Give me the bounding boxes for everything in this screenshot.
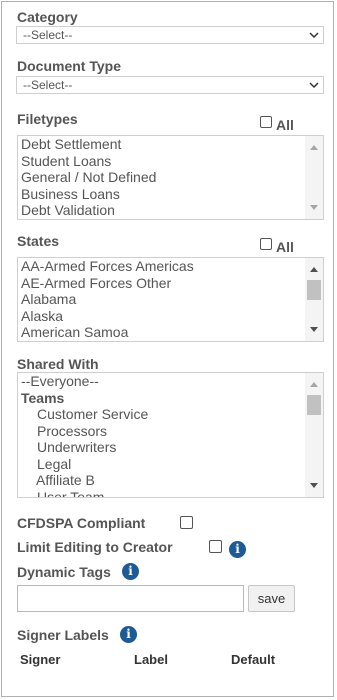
states-scroll-thumb[interactable] bbox=[307, 280, 321, 300]
states-scrollbar[interactable] bbox=[305, 258, 323, 341]
list-item[interactable]: Underwriters bbox=[21, 439, 303, 456]
scroll-up-icon[interactable] bbox=[310, 382, 318, 387]
list-item[interactable]: Business Loans bbox=[21, 186, 303, 203]
document-settings-panel: Category --Select-- Document Type --Sele… bbox=[1, 1, 334, 697]
list-item[interactable]: User Team bbox=[21, 489, 303, 498]
list-item[interactable]: Student Loans bbox=[21, 153, 303, 170]
states-label: States bbox=[17, 233, 60, 249]
list-item[interactable]: General / Not Defined bbox=[21, 169, 303, 186]
document-type-select[interactable]: --Select-- bbox=[16, 76, 324, 94]
filetypes-all-checkbox[interactable] bbox=[260, 116, 272, 128]
info-icon[interactable]: i bbox=[229, 541, 246, 558]
list-item[interactable]: --Everyone-- bbox=[21, 373, 303, 390]
limit-editing-label: Limit Editing to Creator bbox=[17, 539, 173, 555]
document-type-label: Document Type bbox=[17, 58, 121, 74]
list-item[interactable]: AE-Armed Forces Other bbox=[21, 275, 303, 292]
list-item[interactable]: AA-Armed Forces Americas bbox=[21, 258, 303, 275]
save-button[interactable]: save bbox=[248, 585, 295, 612]
column-header-default: Default bbox=[231, 652, 276, 667]
shared-with-scrollbar[interactable] bbox=[305, 373, 323, 497]
filetypes-listbox[interactable]: Debt Settlement Student Loans General / … bbox=[17, 135, 324, 220]
list-item[interactable]: Affiliate B bbox=[21, 472, 303, 489]
list-item[interactable]: Customer Service bbox=[21, 406, 303, 423]
states-listbox[interactable]: AA-Armed Forces Americas AE-Armed Forces… bbox=[17, 257, 324, 342]
signer-labels-label: Signer Labels bbox=[17, 627, 109, 643]
list-item[interactable]: Alabama bbox=[21, 291, 303, 308]
chevron-down-icon bbox=[309, 82, 319, 89]
shared-with-label: Shared With bbox=[17, 356, 99, 372]
states-all-checkbox[interactable] bbox=[260, 238, 272, 250]
document-type-select-value: --Select-- bbox=[23, 78, 73, 92]
scroll-down-icon[interactable] bbox=[310, 327, 318, 332]
scroll-up-icon[interactable] bbox=[310, 145, 318, 150]
filetypes-all-label: All bbox=[276, 117, 294, 133]
states-all-toggle[interactable]: All bbox=[260, 233, 294, 255]
info-icon[interactable]: i bbox=[120, 626, 137, 643]
scroll-down-icon[interactable] bbox=[310, 205, 318, 210]
column-header-label: Label bbox=[134, 652, 168, 667]
scroll-down-icon[interactable] bbox=[310, 483, 318, 488]
filetypes-scrollbar[interactable] bbox=[305, 136, 323, 219]
filetypes-label: Filetypes bbox=[17, 111, 78, 127]
list-item[interactable]: Legal bbox=[21, 456, 303, 473]
dynamic-tags-input[interactable] bbox=[17, 585, 244, 612]
list-item[interactable]: Processors bbox=[21, 423, 303, 440]
cfdspa-compliant-label: CFDSPA Compliant bbox=[17, 515, 146, 531]
scroll-up-icon[interactable] bbox=[310, 267, 318, 272]
category-label: Category bbox=[17, 9, 78, 25]
list-item[interactable]: Alaska bbox=[21, 308, 303, 325]
shared-with-listbox[interactable]: --Everyone-- Teams Customer Service Proc… bbox=[17, 372, 324, 498]
filetypes-all-toggle[interactable]: All bbox=[260, 111, 294, 133]
cfdspa-compliant-checkbox[interactable] bbox=[180, 516, 193, 529]
limit-editing-checkbox[interactable] bbox=[209, 540, 222, 553]
list-item[interactable]: Debt Settlement bbox=[21, 136, 303, 153]
info-icon[interactable]: i bbox=[122, 563, 139, 580]
category-select[interactable]: --Select-- bbox=[16, 26, 324, 44]
states-all-label: All bbox=[276, 239, 294, 255]
dynamic-tags-label: Dynamic Tags bbox=[17, 564, 111, 580]
chevron-down-icon bbox=[309, 32, 319, 39]
list-group-header: Teams bbox=[21, 389, 65, 406]
category-select-value: --Select-- bbox=[23, 28, 73, 42]
list-item[interactable]: American Samoa bbox=[21, 324, 303, 341]
shared-with-scroll-thumb[interactable] bbox=[307, 395, 321, 415]
list-item[interactable]: Debt Validation bbox=[21, 202, 303, 219]
column-header-signer: Signer bbox=[20, 652, 61, 667]
